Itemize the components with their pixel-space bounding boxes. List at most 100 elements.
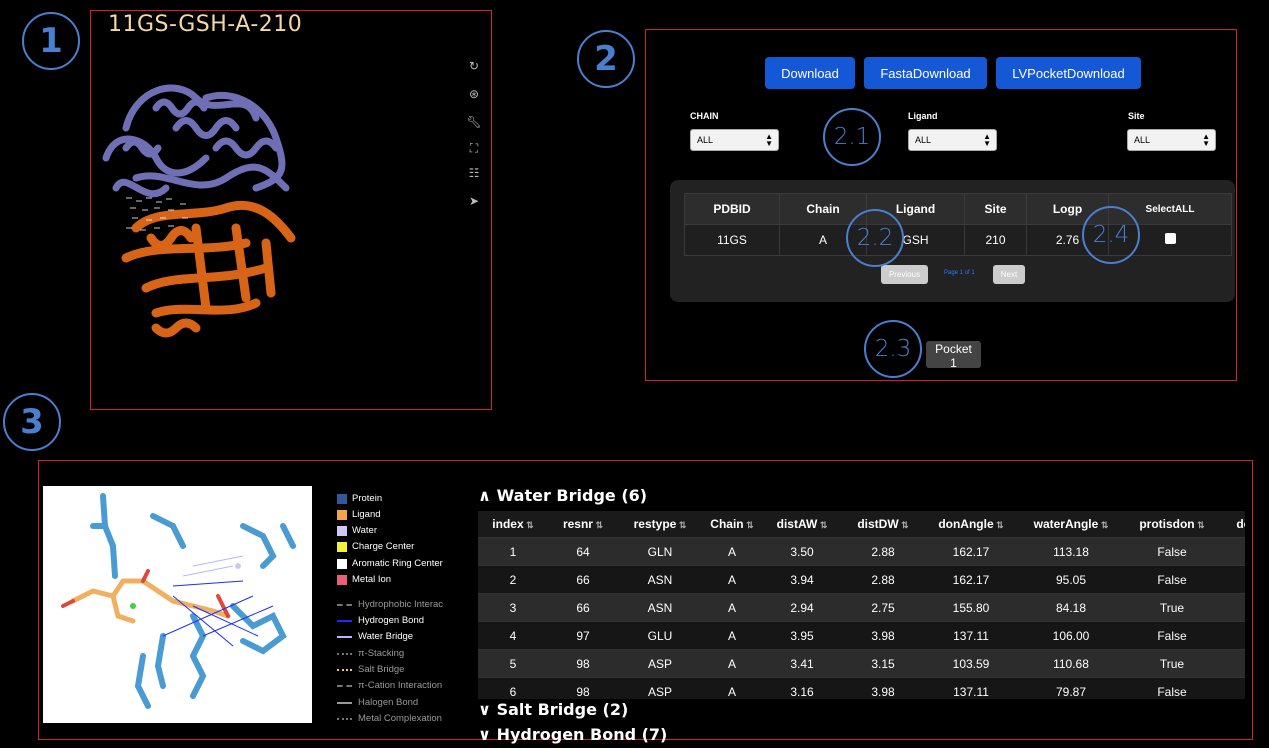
table-cell: 2.94 — [762, 593, 842, 622]
column-header[interactable]: index ⇅ — [478, 511, 548, 538]
halogen-atom — [130, 603, 136, 609]
pocket-1-button[interactable]: Pocket 1 — [926, 341, 981, 370]
annotation-2-2: 2.2 — [846, 209, 904, 267]
table-cell: 3.98 — [842, 677, 924, 699]
legend-label: Charge Center — [352, 541, 415, 552]
sort-icon[interactable]: ⇅ — [1195, 520, 1205, 530]
table-cell: 103.59 — [924, 649, 1018, 678]
table-cell: True — [1124, 593, 1220, 622]
column-header[interactable]: donorIdx ⇅ — [1220, 511, 1245, 538]
column-header[interactable]: waterAngle ⇅ — [1018, 511, 1124, 538]
site-select[interactable]: ALL ▲ ▼ — [1127, 129, 1216, 151]
table-row[interactable]: 11GS A GSH 210 2.76 — [684, 224, 1232, 256]
column-header[interactable]: distDW ⇅ — [842, 511, 924, 538]
site-select-value: ALL — [1134, 135, 1151, 145]
table-cell: A — [702, 649, 762, 678]
hydrogen-bond-section-toggle[interactable]: ∨ Hydrogen Bond (7) — [478, 725, 667, 744]
salt-bridge-section-toggle[interactable]: ∨ Salt Bridge (2) — [478, 700, 628, 719]
legend-line-swatch — [337, 668, 352, 671]
table-row: 698ASPA3.163.98137.1179.87False3269O — [478, 677, 1245, 699]
fullscreen-icon[interactable]: ⛶ — [463, 137, 485, 159]
column-header-label: resnr — [562, 517, 593, 531]
table-cell: ASP — [618, 649, 702, 678]
cell-site: 210 — [964, 224, 1027, 256]
sliders-icon[interactable]: ☷ — [463, 162, 485, 184]
legend-label: π-Stacking — [358, 648, 405, 659]
column-header-label: index — [492, 517, 524, 531]
table-cell: 2.88 — [842, 537, 924, 566]
wrench-icon[interactable]: 🔧︎ — [463, 111, 485, 133]
legend-item: Aromatic Ring Center — [337, 558, 443, 569]
chevron-down-icon: ∨ — [478, 700, 491, 719]
structure-title: 11GS-GSH-A-210 — [108, 12, 303, 37]
column-header[interactable]: resnr ⇅ — [548, 511, 618, 538]
upper-chain — [102, 84, 290, 198]
column-header[interactable]: Chain ⇅ — [702, 511, 762, 538]
legend-line-item: Water Bridge — [337, 631, 413, 642]
column-header[interactable]: distAW ⇅ — [762, 511, 842, 538]
rotate-icon[interactable]: ↻ — [463, 55, 485, 77]
column-header-label: protisdon — [1139, 517, 1195, 531]
select-arrows-icon: ▲ ▼ — [983, 132, 991, 148]
sort-icon[interactable]: ⇅ — [593, 520, 603, 530]
table-cell: ASP — [618, 677, 702, 699]
column-header[interactable]: donAngle ⇅ — [924, 511, 1018, 538]
previous-button[interactable]: Previous — [881, 265, 928, 284]
download-button[interactable]: Download — [765, 57, 855, 89]
fasta-download-button[interactable]: FastaDownload — [864, 57, 987, 89]
table-cell: 3269 — [1220, 537, 1245, 566]
table-cell: 5 — [478, 649, 548, 678]
legend-line-swatch — [337, 635, 352, 638]
table-cell: 3.41 — [762, 649, 842, 678]
col-site[interactable]: Site — [964, 193, 1027, 225]
table-cell: 3.94 — [762, 565, 842, 594]
water-bridge-title: Water Bridge (6) — [496, 486, 648, 505]
table-cell: False — [1124, 621, 1220, 650]
annotation-2-1: 2.1 — [823, 108, 881, 166]
legend-label: Hydrophobic Interac — [358, 599, 444, 610]
interaction-2d-view[interactable] — [43, 486, 312, 723]
column-header-label: donAngle — [938, 517, 994, 531]
ligand-select-value: ALL — [915, 135, 932, 145]
ligand-select[interactable]: ALL ▲ ▼ — [908, 129, 997, 151]
legend-label: Protein — [352, 493, 383, 504]
sort-icon[interactable]: ⇅ — [899, 520, 909, 530]
table-cell: 98 — [548, 677, 618, 699]
table-cell: A — [702, 537, 762, 566]
table-cell: 95.05 — [1018, 565, 1124, 594]
legend-line-item: Hydrophobic Interac — [337, 599, 443, 610]
palette-icon[interactable]: ⊛ — [463, 83, 485, 105]
table-row: 598ASPA3.413.15103.59110.68True2397( — [478, 649, 1245, 678]
legend-line-swatch — [337, 652, 352, 655]
annotation-2-3: 2.3 — [864, 320, 922, 378]
water-bridge-section-toggle[interactable]: ∧ Water Bridge (6) — [478, 486, 647, 505]
sort-icon[interactable]: ⇅ — [744, 520, 754, 530]
sort-icon[interactable]: ⇅ — [817, 520, 828, 530]
pointer-icon[interactable]: ➤ — [463, 190, 485, 212]
sort-icon[interactable]: ⇅ — [994, 520, 1004, 530]
column-header[interactable]: protisdon ⇅ — [1124, 511, 1220, 538]
sort-icon[interactable]: ⇅ — [1098, 520, 1109, 530]
legend-item: Charge Center — [337, 541, 414, 552]
site-filter-label: Site — [1128, 111, 1145, 121]
legend-swatch — [337, 558, 347, 569]
table-cell: 155.80 — [924, 593, 1018, 622]
protein-3d-view[interactable] — [96, 68, 306, 340]
chain-select[interactable]: ALL ▲ ▼ — [690, 129, 779, 151]
water-bridge-table-container: index ⇅ resnr ⇅ restype ⇅ Chain ⇅ distAW ⇅ di… — [478, 511, 1245, 699]
select-arrows-icon: ▲ ▼ — [765, 132, 773, 148]
legend-label: Water Bridge — [358, 631, 414, 642]
table-cell: 3269 — [1220, 621, 1245, 650]
column-header[interactable]: restype ⇅ — [618, 511, 702, 538]
legend-swatch — [337, 525, 347, 536]
col-pdbid[interactable]: PDBID — [684, 193, 780, 225]
next-button[interactable]: Next — [993, 265, 1025, 284]
legend-swatch — [337, 541, 347, 552]
sort-icon[interactable]: ⇅ — [676, 520, 687, 530]
legend-line-item: π-Cation Interaction — [337, 680, 442, 691]
row-checkbox[interactable] — [1164, 233, 1176, 244]
chain-filter-label: CHAIN — [690, 111, 719, 121]
sort-icon[interactable]: ⇅ — [524, 520, 534, 530]
table-cell: 162.17 — [924, 565, 1018, 594]
lvpocket-download-button[interactable]: LVPocketDownload — [996, 57, 1141, 89]
